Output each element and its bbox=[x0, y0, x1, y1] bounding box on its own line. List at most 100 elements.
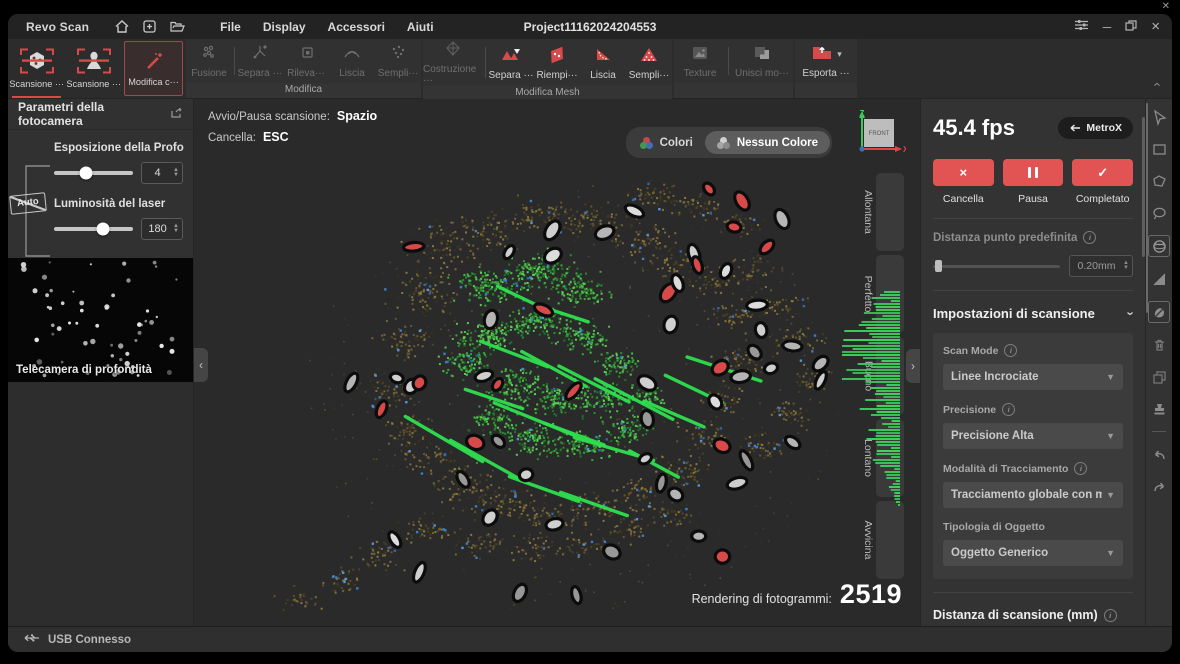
precision-label: Precisione bbox=[943, 404, 996, 416]
precision-select[interactable]: Precisione Alta▼ bbox=[943, 423, 1123, 449]
chevron-down-icon[interactable]: › bbox=[1123, 311, 1138, 315]
minimize-button[interactable]: ─ bbox=[1103, 21, 1112, 33]
camera-panel-empty bbox=[8, 382, 193, 626]
detect-button[interactable]: Rileva··· bbox=[283, 39, 329, 83]
overlay-close-icon[interactable]: ✕ bbox=[1162, 1, 1170, 12]
undo-icon[interactable] bbox=[1149, 444, 1169, 464]
color-mode-nessun-colore[interactable]: Nessun Colore bbox=[705, 131, 830, 154]
object-type-select[interactable]: Oggetto Generico▼ bbox=[943, 540, 1123, 566]
scan-object-button[interactable]: Scansione ··· bbox=[8, 39, 65, 98]
info-icon[interactable]: i bbox=[1074, 462, 1087, 475]
fill-holes-button[interactable]: Riempi··· bbox=[534, 39, 580, 86]
duplicate-icon[interactable] bbox=[1149, 367, 1169, 387]
menu-display[interactable]: Display bbox=[254, 18, 315, 36]
color-mode-toggle: Colori Nessun Colore bbox=[626, 127, 832, 158]
brush-select-icon[interactable] bbox=[1148, 301, 1170, 323]
usb-icon bbox=[22, 633, 40, 646]
simplify-button[interactable]: Sempli··· bbox=[375, 39, 421, 83]
frame-counter: Rendering di fotogrammi: 2519 bbox=[692, 579, 902, 610]
view-cube-gizmo[interactable]: FRONT Z X bbox=[850, 107, 906, 161]
info-icon[interactable]: i bbox=[1104, 609, 1117, 622]
smooth-mesh-button[interactable]: Liscia bbox=[580, 39, 626, 86]
scan-viewport[interactable]: Avvio/Pausa scansione:Spazio Cancella:ES… bbox=[194, 99, 920, 626]
edit-camera-button[interactable]: Modifica c··· bbox=[124, 41, 183, 96]
fps-readout: 45.4 fps bbox=[933, 115, 1015, 141]
point-distance-stepper[interactable]: 0.20mm ▲▼ bbox=[1069, 255, 1133, 277]
group-label-modifica-mesh: Modifica Mesh bbox=[423, 86, 672, 100]
info-icon[interactable]: i bbox=[1083, 231, 1096, 244]
export-button[interactable]: ▾ Esporta ··· bbox=[795, 39, 857, 83]
select-arrow-icon[interactable] bbox=[1149, 107, 1169, 127]
strip-scrollbar[interactable] bbox=[1146, 103, 1148, 313]
texture-button[interactable]: Texture bbox=[674, 39, 726, 83]
toolbar-collapse-icon[interactable]: › bbox=[1148, 82, 1163, 86]
scan-bust-button[interactable]: Scansione ··· bbox=[65, 39, 122, 98]
construct-button[interactable]: Costruzione ··· bbox=[423, 39, 483, 86]
cancel-scan-button[interactable]: × Cancella bbox=[933, 159, 994, 205]
scan-mode-select[interactable]: Linee Incrociate▼ bbox=[943, 364, 1123, 390]
desktop-background: ✕ Revo Scan File Display Accessori Aiuti… bbox=[0, 0, 1180, 664]
exposure-stepper[interactable]: 4 ▲▼ bbox=[141, 162, 183, 184]
toolbar-separator bbox=[728, 47, 729, 75]
simplify-mesh-button[interactable]: Sempli··· bbox=[626, 39, 672, 86]
auto-exposure-group: Auto bbox=[10, 156, 52, 252]
usb-status-text: USB Connesso bbox=[48, 634, 131, 646]
restore-button[interactable] bbox=[1125, 20, 1137, 33]
scan-control-panel: 45.4 fps MetroX × Cancella Pausa ✓ Compl bbox=[920, 99, 1145, 626]
close-button[interactable]: × bbox=[1151, 19, 1160, 34]
selection-tools-strip bbox=[1145, 99, 1172, 626]
fill-holes-icon bbox=[546, 45, 568, 68]
export-icon bbox=[810, 43, 834, 66]
laser-brightness-slider[interactable] bbox=[54, 227, 133, 231]
smooth-mesh-icon bbox=[592, 45, 614, 68]
laser-brightness-stepper[interactable]: 180 ▲▼ bbox=[141, 218, 183, 240]
popout-icon[interactable] bbox=[170, 107, 183, 122]
marker-stamp-icon[interactable] bbox=[1149, 399, 1169, 419]
simplify-icon bbox=[387, 43, 409, 66]
status-bar: USB Connesso bbox=[8, 626, 1172, 652]
camera-panel: Parametri della fotocamera Auto Esposizi… bbox=[8, 99, 194, 626]
smooth-button[interactable]: Liscia bbox=[329, 39, 375, 83]
pause-scan-button[interactable]: Pausa bbox=[1003, 159, 1064, 205]
layout-settings-icon[interactable] bbox=[1074, 19, 1089, 34]
fusion-button[interactable]: Fusione bbox=[186, 39, 232, 83]
info-icon[interactable]: i bbox=[1004, 344, 1017, 357]
scan-point-cloud[interactable] bbox=[194, 99, 920, 626]
new-project-icon[interactable] bbox=[143, 20, 156, 33]
ellipse-lasso-icon[interactable] bbox=[1149, 203, 1169, 223]
point-distance-label: Distanza punto predefinita bbox=[933, 232, 1077, 244]
group-label-modifica: Modifica bbox=[186, 83, 421, 98]
polygon-lasso-icon[interactable] bbox=[1149, 171, 1169, 191]
color-mode-colori[interactable]: Colori bbox=[628, 131, 705, 154]
open-folder-icon[interactable] bbox=[170, 21, 185, 33]
complete-scan-button[interactable]: ✓ Completato bbox=[1072, 159, 1133, 205]
laser-brightness-label: Luminosità del laser bbox=[54, 198, 183, 210]
separate-mesh-button[interactable]: Separa ··· bbox=[488, 39, 534, 86]
sphere-select-icon[interactable] bbox=[1148, 235, 1170, 257]
menu-file[interactable]: File bbox=[211, 18, 250, 36]
toolbar-group-export: ▾ Esporta ··· bbox=[795, 39, 857, 98]
depth-camera-label: Telecamera di profondità bbox=[16, 364, 152, 376]
invert-selection-icon[interactable] bbox=[1149, 269, 1169, 289]
exposure-label: Esposizione della Profo bbox=[54, 142, 183, 154]
merge-models-button[interactable]: Unisci mo··· bbox=[731, 39, 793, 83]
metrox-button[interactable]: MetroX bbox=[1058, 117, 1133, 139]
toolbar-separator bbox=[234, 47, 235, 75]
auto-exposure-toggle[interactable]: Auto bbox=[9, 192, 47, 215]
separate-points-button[interactable]: Separa ··· bbox=[237, 39, 283, 83]
delete-selection-icon[interactable] bbox=[1149, 335, 1169, 355]
tracking-mode-select[interactable]: Tracciamento globale con mark▼ bbox=[943, 482, 1123, 508]
depth-camera-preview[interactable]: Telecamera di profondità bbox=[8, 258, 193, 382]
expand-right-panel-tab[interactable]: › bbox=[906, 349, 920, 383]
redo-icon[interactable] bbox=[1149, 476, 1169, 496]
collapse-left-panel-tab[interactable]: ‹ bbox=[194, 348, 208, 382]
menu-accessori[interactable]: Accessori bbox=[319, 18, 394, 36]
info-icon[interactable]: i bbox=[1002, 403, 1015, 416]
toolbar-group-modifica-mesh: Costruzione ··· Separa ··· Riempi··· Lis… bbox=[423, 39, 672, 98]
menu-aiuti[interactable]: Aiuti bbox=[398, 18, 443, 36]
separate-mesh-icon bbox=[499, 45, 523, 68]
exposure-slider[interactable] bbox=[54, 171, 133, 175]
home-icon[interactable] bbox=[115, 20, 129, 33]
point-distance-slider[interactable] bbox=[933, 265, 1060, 268]
rect-select-icon[interactable] bbox=[1149, 139, 1169, 159]
